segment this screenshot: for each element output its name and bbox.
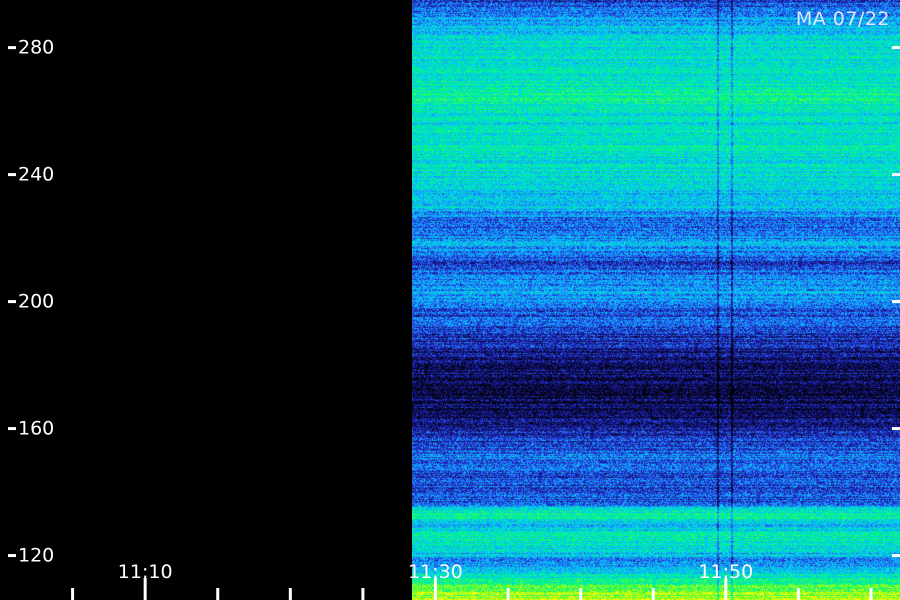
y-tick-label-280: 280 bbox=[18, 36, 55, 59]
y-tick-label-160: 160 bbox=[18, 417, 55, 440]
spectrogram-chart: 120 160 200 240 280 11:10 11:30 11:50 MA 07/22 bbox=[0, 0, 900, 600]
y-tick-label-240: 240 bbox=[18, 163, 55, 186]
x-tick-label-1150: 11:50 bbox=[698, 561, 754, 583]
station-date-label: MA 07/22 bbox=[795, 8, 890, 30]
x-tick-label-1110: 11:10 bbox=[117, 561, 173, 583]
axes-overlay bbox=[8, 46, 900, 600]
x-tick-label-1130: 11:30 bbox=[408, 561, 463, 583]
y-tick-label-120: 120 bbox=[18, 544, 55, 567]
y-tick-label-200: 200 bbox=[18, 290, 55, 313]
